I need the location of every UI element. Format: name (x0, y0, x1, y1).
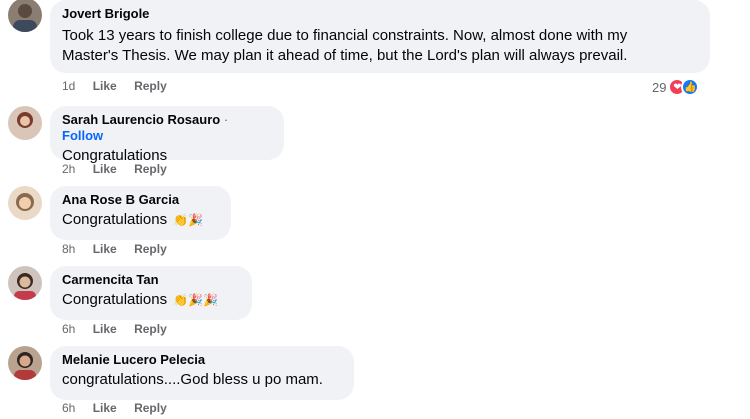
comment-time[interactable]: 6h (62, 322, 75, 336)
comment-text-value: Congratulations (62, 211, 168, 228)
like-button[interactable]: Like (93, 162, 117, 176)
commenter-name[interactable]: Melanie Lucero Pelecia (62, 352, 342, 368)
comment-bubble: Jovert Brigole Took 13 years to finish c… (50, 0, 710, 73)
comment-actions: 8h Like Reply (62, 242, 181, 256)
emoji-clap-party: 👏🎉 (173, 213, 204, 227)
comment-time[interactable]: 6h (62, 401, 75, 415)
comment-actions: 1d Like Reply (62, 79, 181, 93)
avatar[interactable] (8, 186, 42, 220)
reply-button[interactable]: Reply (134, 242, 167, 256)
reply-button[interactable]: Reply (134, 79, 167, 93)
comment-text: Congratulations 👏🎉🎉 (62, 290, 240, 310)
follow-button[interactable]: Follow (62, 128, 103, 143)
commenter-name[interactable]: Ana Rose B Garcia (62, 192, 219, 208)
comment-time[interactable]: 2h (62, 162, 75, 176)
like-button[interactable]: Like (93, 242, 117, 256)
commenter-name[interactable]: Sarah Laurencio Rosauro (62, 112, 220, 127)
like-button[interactable]: Like (93, 79, 117, 93)
avatar[interactable] (8, 106, 42, 140)
commenter-name[interactable]: Jovert Brigole (62, 6, 698, 22)
comment-bubble: Ana Rose B Garcia Congratulations 👏🎉 (50, 186, 231, 240)
emoji-clap-party: 👏🎉🎉 (173, 293, 219, 307)
comment-text: congratulations....God bless u po mam. (62, 371, 323, 388)
separator-dot: · (223, 112, 229, 127)
commenter-name[interactable]: Carmencita Tan (62, 272, 240, 288)
comment-text-value: Congratulations (62, 291, 168, 308)
comment-actions: 2h Like Reply (62, 162, 181, 176)
comment-text: Congratulations 👏🎉 (62, 210, 219, 230)
avatar[interactable] (8, 266, 42, 300)
reaction-count: 29 (652, 79, 667, 95)
comment-text-line: Took 13 years to finish college due to f… (62, 27, 628, 44)
like-button[interactable]: Like (93, 401, 117, 415)
comment-text: Took 13 years to finish college due to f… (62, 26, 698, 66)
like-button[interactable]: Like (93, 322, 117, 336)
reply-button[interactable]: Reply (134, 162, 167, 176)
comment-text-line: Master's Thesis. We may plan it ahead of… (62, 47, 628, 64)
commenter-name-row: Sarah Laurencio Rosauro · Follow (62, 112, 272, 144)
avatar[interactable] (8, 0, 42, 32)
comment-bubble: Sarah Laurencio Rosauro · Follow Congrat… (50, 106, 284, 164)
reply-button[interactable]: Reply (134, 401, 167, 415)
comment-time[interactable]: 1d (62, 79, 75, 93)
reaction-summary[interactable]: 29 ❤ 👍 (652, 78, 700, 96)
comment-actions: 6h Like Reply (62, 322, 181, 336)
avatar[interactable] (8, 346, 42, 380)
comment-actions: 6h Like Reply (62, 401, 181, 415)
comment-bubble: Carmencita Tan Congratulations 👏🎉🎉 (50, 266, 252, 320)
comment-time[interactable]: 8h (62, 242, 75, 256)
comment-bubble: Melanie Lucero Pelecia congratulations..… (50, 346, 354, 400)
reply-button[interactable]: Reply (134, 322, 167, 336)
like-icon: 👍 (681, 78, 700, 96)
